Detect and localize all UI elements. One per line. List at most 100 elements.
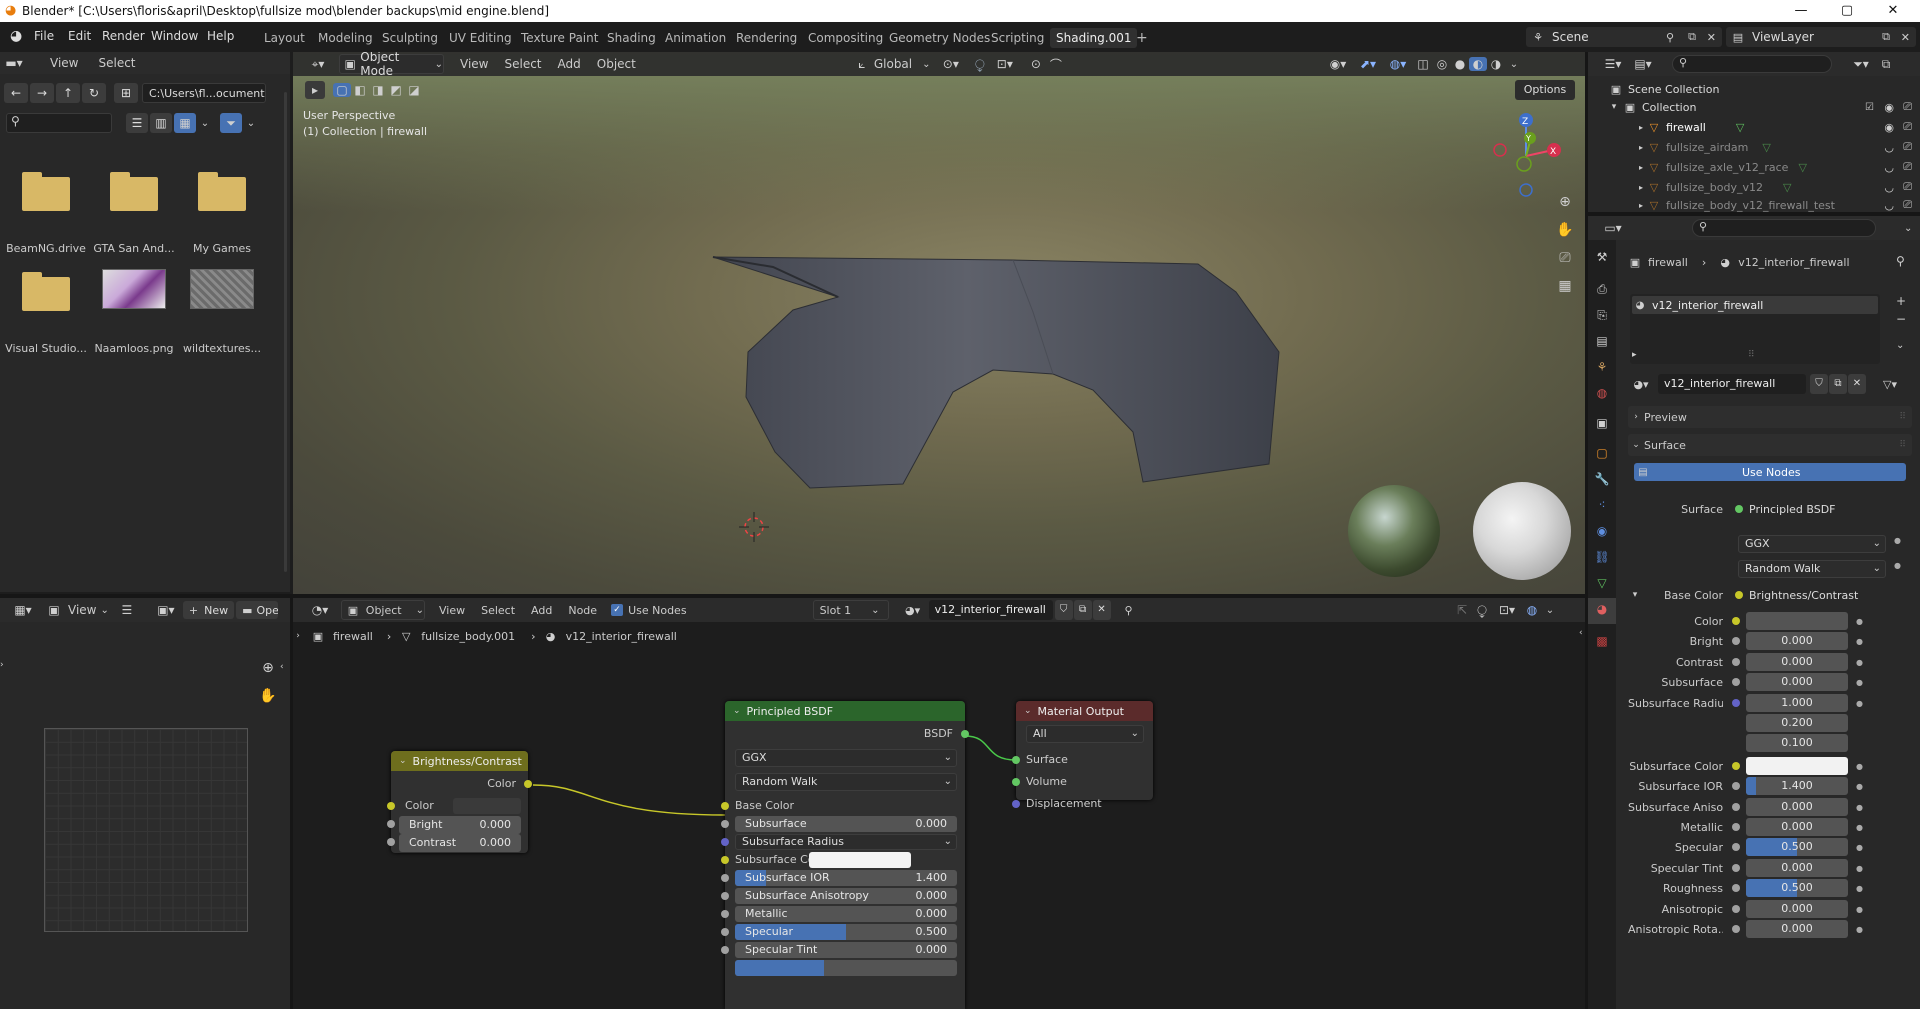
parent-dir-icon[interactable]: ↑ [56,83,80,103]
node-header[interactable]: ⌄ Brightness/Contrast [391,751,528,771]
socket-icon[interactable] [1732,823,1740,831]
fake-user-icon[interactable]: ⛉ [1810,374,1828,394]
modifier-tab-icon[interactable]: 🔧 [1594,472,1610,486]
tool-settings-icon[interactable]: ▸ [305,81,325,99]
expand-arrow-icon[interactable]: ▸ [1636,201,1646,210]
material-output-node[interactable]: ⌄ Material Output All ⌄ Surface Volume Di… [1012,701,1153,810]
select-extend-icon[interactable]: ◧ [351,83,369,97]
file-item[interactable]: wildtextures... [176,267,268,362]
tab-rendering[interactable]: Rendering [730,28,803,48]
menu-render[interactable]: Render [102,29,145,43]
horizontal-list-icon[interactable]: ▥ [150,113,172,133]
base-color-link-value[interactable]: Brightness/Contrast [1749,589,1858,602]
input-socket[interactable] [721,928,729,936]
tab-shading-001[interactable]: Shading.001 [1050,28,1138,48]
new-scene-icon[interactable]: ⧉ [1688,30,1696,44]
new-collection-icon[interactable]: ⧉ [1876,57,1896,72]
property-value-field[interactable]: 0.500 [1746,879,1848,897]
chevron-down-icon[interactable]: ⌄ [1904,223,1912,234]
keyframe-dot-icon[interactable]: ● [1856,782,1863,791]
surface-shader-value[interactable]: Principled BSDF [1749,503,1836,516]
menu-select[interactable]: Select [98,56,135,70]
menu-object[interactable]: Object [597,57,636,71]
browse-image-icon[interactable]: ▣▾ [151,603,181,617]
outliner-collection-row[interactable]: ▾ ▣ Collection ☑ ◉ ⎚ [1608,98,1918,116]
property-value-field[interactable] [1746,612,1848,630]
camera-render-icon[interactable]: ⎚ [1903,198,1912,212]
tab-shading[interactable]: Shading [601,28,662,48]
scene-tab-icon[interactable]: ⚘ [1594,360,1610,374]
surface-input-socket[interactable] [1012,756,1020,764]
expand-arrow-icon[interactable]: ▸ [1636,143,1646,152]
zoom-icon[interactable]: ⊕ [1553,194,1577,210]
mesh-data-icon[interactable]: ▽ [1783,181,1791,194]
new-folder-icon[interactable]: ⊞ [114,83,138,103]
filter-icon[interactable]: ⏷ [220,113,242,133]
keyframe-dot-icon[interactable]: ● [1894,536,1901,545]
material-name-field[interactable]: v12_interior_firewall [1658,374,1806,394]
bsdf-distribution-dropdown[interactable]: GGX ⌄ [735,749,957,767]
hand-pan-icon[interactable]: ✋ [258,688,278,704]
new-image-button[interactable]: + New [182,601,235,619]
input-socket[interactable] [721,856,729,864]
open-image-button[interactable]: ▬ Open [236,601,279,619]
expand-arrow-icon[interactable]: ▾ [1628,590,1642,600]
xray-icon[interactable]: ◫ [1413,57,1433,71]
eye-hidden-icon[interactable]: ◡ [1884,161,1894,174]
bsdf-sss-method-dropdown[interactable]: Random Walk ⌄ [735,773,957,791]
property-value-field[interactable]: 0.000 [1746,920,1848,938]
expand-arrow-icon[interactable]: ▸ [1636,183,1646,192]
pin-icon[interactable]: ⚲ [1896,254,1905,268]
brightness-contrast-node[interactable]: ⌄ Brightness/Contrast Color Color Bright… [387,751,532,853]
camera-render-icon[interactable]: ⎚ [1903,140,1912,154]
property-value-field[interactable]: 0.500 [1746,838,1848,856]
input-socket[interactable] [721,874,729,882]
bsdf-value-field[interactable] [735,960,957,976]
mode-dropdown[interactable]: ▣ Object Mode ⌄ [339,52,444,78]
data-tab-icon[interactable]: ▽ [1594,576,1610,590]
input-socket[interactable] [721,946,729,954]
keyframe-dot-icon[interactable]: ● [1856,617,1863,626]
constraints-tab-icon[interactable]: ⛓ [1594,550,1610,564]
collapse-arrow-icon[interactable]: ⌄ [733,706,741,716]
subsurface-radius-dropdown[interactable]: Subsurface Radius ⌄ [735,834,957,850]
add-workspace-button[interactable]: + [1130,28,1154,48]
property-value-field[interactable]: 0.000 [1746,818,1848,836]
menu-select[interactable]: Select [504,57,541,71]
bsdf-value-field[interactable]: Specular 0.500 [735,924,957,940]
link-mode-icon[interactable]: ▽▾ [1876,378,1904,391]
collapse-arrow-icon[interactable]: ‹ [280,662,284,672]
gizmo-toggle-icon[interactable]: ⬈▾ [1353,57,1383,71]
bright-input-socket[interactable] [387,820,395,828]
minimize-button[interactable]: — [1778,0,1824,22]
color-output-socket[interactable] [524,780,532,788]
volume-input-socket[interactable] [1012,778,1020,786]
socket-icon[interactable] [1732,803,1740,811]
keyframe-dot-icon[interactable]: ● [1856,925,1863,934]
expand-arrow-icon[interactable]: ▸ [1636,163,1646,172]
output-target-dropdown[interactable]: All ⌄ [1026,725,1144,743]
property-value-field[interactable]: 0.000 [1746,632,1848,650]
pin-icon[interactable]: ⚲ [1666,31,1674,44]
unlink-icon[interactable]: ✕ [1848,374,1866,394]
menu-view[interactable]: View [460,57,488,71]
color-swatch[interactable] [453,798,521,814]
display-mode-icon[interactable]: ▤▾ [1628,57,1658,71]
file-item[interactable]: Naamloos.png [88,267,180,362]
rendered-shading-icon[interactable]: ◑ [1487,57,1505,71]
input-socket[interactable] [721,892,729,900]
subsurface-method-dropdown[interactable]: Random Walk ⌄ [1738,560,1886,578]
world-tab-icon[interactable]: ◍ [1594,386,1610,400]
expand-arrow-icon[interactable]: ▸ [1636,123,1646,132]
keyframe-dot-icon[interactable]: ● [1856,905,1863,914]
node-header[interactable]: ⌄ Principled BSDF [725,701,965,721]
menu-window[interactable]: Window [151,29,198,43]
tab-modeling[interactable]: Modeling [312,28,379,48]
path-field[interactable]: C:\Users\fl...ocuments\ [142,83,266,103]
falloff-icon[interactable]: ⌒ [1046,56,1066,73]
file-item[interactable]: My Games [176,167,268,262]
input-socket[interactable] [721,802,729,810]
outliner-item-firewall[interactable]: ▸ ▽ firewall ▽ ◉ ⎚ [1636,118,1918,136]
principled-bsdf-node[interactable]: ⌄ Principled BSDF BSDF GGX ⌄ Random Walk ⌄… [721,701,969,1009]
vertical-list-icon[interactable]: ☰ [126,113,148,133]
